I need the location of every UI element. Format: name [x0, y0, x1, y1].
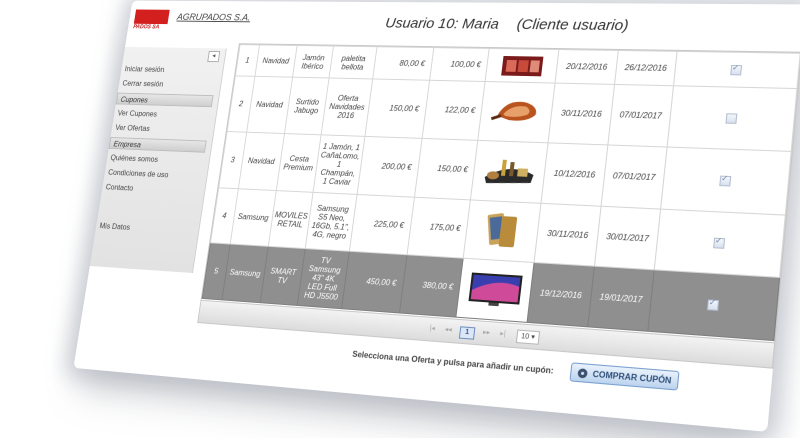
buy-coupon-label: COMPRAR CUPÓN: [592, 369, 672, 386]
cell-discount-price: 122,00 €: [421, 80, 486, 141]
cell-select[interactable]: [673, 51, 800, 89]
cell-end-date: 30/01/2017: [594, 206, 661, 270]
sidebar-item-ver-ofertas[interactable]: Ver Ofertas: [115, 123, 151, 132]
cell-offer: TV Samsung 43" 4K LED Full HD J5500: [297, 248, 350, 309]
cell-select[interactable]: [667, 85, 798, 152]
cell-image: [456, 258, 535, 323]
ham-pack-icon: [498, 52, 545, 80]
cell-price: 450,00 €: [341, 251, 407, 313]
cell-start-date: 19/12/2016: [527, 262, 595, 327]
sidebar-section-empresa[interactable]: Empresa: [108, 136, 207, 153]
cell-select[interactable]: [654, 209, 786, 278]
collapse-sidebar-button[interactable]: ◂: [207, 50, 221, 63]
cell-image: [485, 48, 560, 84]
cell-start-date: 20/12/2016: [555, 49, 619, 85]
sidebar-item-ver-cupones[interactable]: Ver Cupones: [117, 109, 158, 118]
last-page-button[interactable]: ▸|: [496, 329, 511, 340]
app-window: PADOS SA AGRUPADOS S.A. Usuario 10: Mari…: [73, 0, 800, 432]
disc-icon: [577, 368, 588, 379]
first-page-button[interactable]: |◂: [425, 324, 439, 335]
sidebar-item-logout[interactable]: Cerrar sesión: [122, 79, 164, 88]
cell-end-date: 26/12/2016: [614, 50, 678, 86]
sidebar-item-quienes-somos[interactable]: Quiénes somos: [110, 154, 159, 164]
cell-image: [470, 140, 549, 204]
cell-discount-price: 150,00 €: [413, 138, 479, 200]
cell-price: 80,00 €: [372, 46, 434, 81]
sidebar-section-cupones[interactable]: Cupones: [115, 92, 214, 108]
smartphone-icon: [479, 209, 525, 254]
gift-basket-icon: [479, 154, 539, 188]
prev-page-button[interactable]: ◂◂: [441, 325, 455, 336]
page-number-button[interactable]: 1: [458, 326, 476, 340]
sidebar-item-contacto[interactable]: Contacto: [105, 183, 134, 193]
buy-coupon-button[interactable]: COMPRAR CUPÓN: [569, 362, 680, 391]
row-checkbox[interactable]: [706, 298, 720, 311]
next-page-button[interactable]: ▸▸: [479, 328, 493, 339]
instruction-text: Selecciona una Oferta y pulsa para añadi…: [351, 349, 555, 376]
cell-image: [478, 81, 556, 143]
user-role: (Cliente usuario): [515, 16, 630, 35]
row-checkbox[interactable]: [730, 64, 743, 75]
cell-price: 200,00 €: [356, 136, 422, 198]
row-checkbox[interactable]: [713, 237, 726, 249]
user-name: Usuario 10: Maria: [384, 15, 500, 33]
cell-end-date: 07/01/2017: [601, 144, 668, 210]
tv-icon: [463, 269, 527, 312]
cell-start-date: 30/11/2016: [548, 83, 615, 145]
sidebar-item-login[interactable]: Iniciar sesión: [124, 65, 165, 74]
logo-subtext: PADOS SA: [132, 24, 160, 31]
cell-select[interactable]: [660, 147, 792, 216]
cell-discount-price: 380,00 €: [398, 254, 464, 318]
offers-table: 1 Navidad Jamón Ibérico paletita bellota…: [197, 43, 800, 369]
cell-offer: Samsung S5 Neo, 16Gb, 5.1", 4G, negro: [305, 192, 357, 252]
row-checkbox[interactable]: [719, 175, 732, 186]
row-checkbox[interactable]: [725, 112, 738, 124]
sidebar-item-mis-datos[interactable]: Mis Datos: [99, 222, 131, 232]
cell-offer: paletita bellota: [329, 46, 377, 79]
cell-discount-price: 100,00 €: [429, 47, 490, 82]
cell-start-date: 10/12/2016: [541, 142, 608, 207]
cell-start-date: 30/11/2016: [534, 203, 602, 267]
cell-end-date: 19/01/2017: [587, 266, 655, 332]
ham-leg-icon: [489, 93, 543, 130]
cell-product: Jamón Ibérico: [292, 45, 334, 78]
page-title: Usuario 10: Maria (Cliente usuario): [384, 15, 629, 34]
cell-category: Navidad: [254, 44, 297, 78]
sidebar-item-condiciones[interactable]: Condiciones de uso: [108, 168, 169, 179]
rows-per-page-select[interactable]: 10 ▾: [515, 329, 541, 345]
cell-discount-price: 175,00 €: [406, 197, 471, 259]
cell-end-date: 07/01/2017: [607, 84, 674, 148]
cell-image: [463, 199, 542, 263]
header: PADOS SA AGRUPADOS S.A. Usuario 10: Mari…: [125, 0, 800, 52]
cell-price: 150,00 €: [364, 78, 430, 139]
cell-select[interactable]: [647, 269, 780, 341]
cell-price: 225,00 €: [349, 194, 414, 255]
company-logo: PADOS SA: [132, 9, 173, 34]
sidebar: ◂ Iniciar sesión Cerrar sesión Cupones V…: [89, 46, 227, 274]
company-name: AGRUPADOS S.A.: [176, 12, 252, 24]
